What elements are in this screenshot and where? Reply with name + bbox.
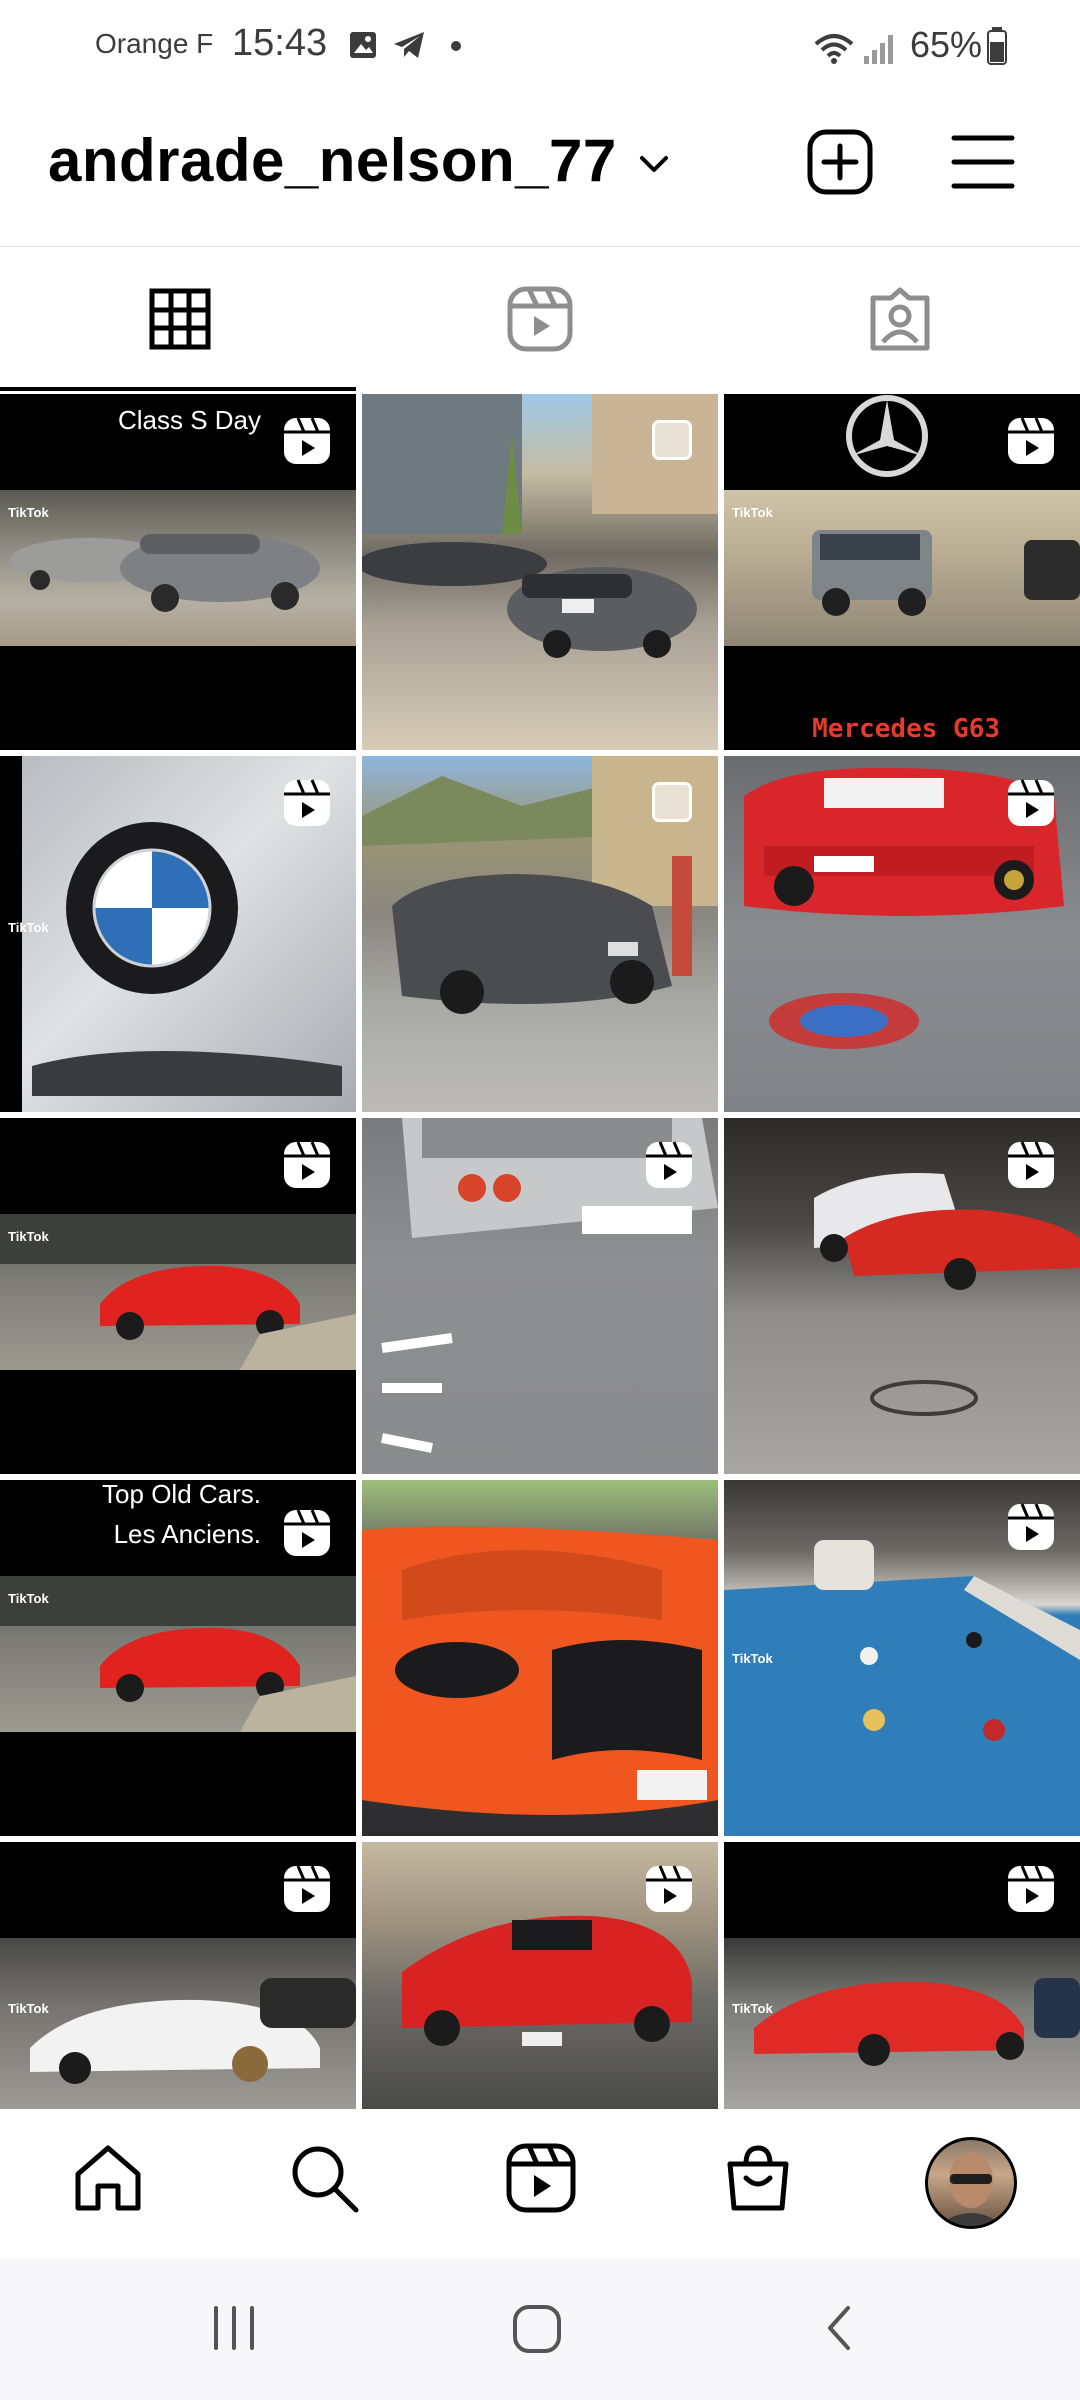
tiktok-watermark: TikTok <box>8 2001 49 2016</box>
cars-photo <box>10 534 320 612</box>
reel-badge-icon <box>646 1141 692 1188</box>
home-button-icon[interactable] <box>512 2304 562 2354</box>
search-icon[interactable] <box>288 2142 360 2214</box>
reel-badge-icon <box>1008 1503 1054 1550</box>
post-caption: Mercedes G63 <box>812 714 1000 744</box>
post-tile[interactable]: TikTok <box>0 1842 356 2109</box>
reel-badge-icon <box>284 1865 330 1912</box>
post-tile[interactable]: TikTok <box>0 1118 356 1474</box>
profile-header: andrade_nelson_77 <box>0 96 1080 246</box>
tab-tagged[interactable] <box>720 247 1080 391</box>
post-photo <box>0 490 356 646</box>
battery-percent: 65% <box>910 24 983 65</box>
status-bar: Orange F 15:43 65% <box>0 0 1080 96</box>
post-tile[interactable] <box>362 1842 718 2109</box>
tiktok-watermark: TikTok <box>8 1591 49 1606</box>
tiktok-watermark: TikTok <box>8 505 49 520</box>
post-tile[interactable] <box>724 756 1080 1112</box>
post-photo <box>0 1938 356 2109</box>
f40-photo <box>0 1576 356 1732</box>
tiktok-watermark: TikTok <box>8 920 49 935</box>
reels-icon[interactable] <box>505 2142 577 2214</box>
chevron-down-icon[interactable] <box>636 152 672 176</box>
posts-grid: Class S Day TikTok Mercedes G63 TikTok T… <box>0 394 1080 2109</box>
post-photo <box>0 1214 356 1370</box>
multi-post-icon <box>652 782 692 822</box>
shop-icon[interactable] <box>722 2142 794 2214</box>
tagged-icon <box>870 287 930 351</box>
aventador-photo <box>30 1978 356 2084</box>
recents-icon[interactable] <box>210 2304 258 2352</box>
wifi-icon <box>814 34 854 64</box>
post-caption: Top Old Cars. Les Anciens. <box>102 1480 261 1554</box>
tab-reels[interactable] <box>360 247 720 391</box>
bottom-nav <box>0 2109 1080 2259</box>
reel-badge-icon <box>1008 779 1054 826</box>
post-tile[interactable] <box>362 1118 718 1474</box>
battery-icon <box>987 27 1007 65</box>
post-tile[interactable]: TikTok <box>0 756 356 1112</box>
reel-badge-icon <box>1008 1865 1054 1912</box>
gallery-icon <box>350 32 376 58</box>
post-tile[interactable] <box>724 1118 1080 1474</box>
tiktok-watermark: TikTok <box>732 2001 773 2016</box>
post-photo <box>724 490 1080 646</box>
post-tile[interactable]: Top Old Cars. Les Anciens. TikTok <box>0 1480 356 1836</box>
post-caption: Class S Day <box>117 405 261 435</box>
post-photo <box>724 1938 1080 2109</box>
dot-icon <box>451 41 461 51</box>
reel-badge-icon <box>284 417 330 464</box>
post-tile[interactable]: Mercedes G63 TikTok <box>724 394 1080 750</box>
g63-photo <box>812 530 1080 616</box>
reel-badge-icon <box>284 779 330 826</box>
profile-tabs <box>0 246 1080 391</box>
tiktok-watermark: TikTok <box>8 1229 49 1244</box>
back-icon[interactable] <box>822 2304 858 2352</box>
avatar-photo <box>938 2152 1004 2226</box>
grid-icon <box>149 288 211 350</box>
post-caption-line: Les Anciens. <box>113 1519 261 1549</box>
post-photo <box>0 1576 356 1732</box>
new-post-icon[interactable] <box>806 128 874 196</box>
post-tile[interactable]: TikTok <box>724 1842 1080 2109</box>
profile-avatar[interactable] <box>925 2137 1017 2229</box>
reel-badge-icon <box>646 1865 692 1912</box>
amg-gt-photo <box>362 1526 718 1815</box>
f8-photo <box>754 1978 1080 2066</box>
post-tile[interactable] <box>362 756 718 1112</box>
post-tile[interactable]: TikTok <box>724 1480 1080 1836</box>
signal-icon <box>864 35 893 64</box>
tab-selected-indicator <box>0 387 356 391</box>
carrier-label: Orange F <box>95 28 214 59</box>
reel-badge-icon <box>284 1509 330 1556</box>
tab-grid[interactable] <box>0 247 360 391</box>
username-switcher[interactable]: andrade_nelson_77 <box>48 126 617 195</box>
reels-icon <box>507 286 573 352</box>
post-caption-line: Top Old Cars. <box>102 1480 261 1509</box>
post-tile[interactable] <box>362 1480 718 1836</box>
telegram-icon <box>394 32 424 58</box>
reel-badge-icon <box>1008 1141 1054 1188</box>
home-icon[interactable] <box>72 2142 144 2214</box>
multi-post-icon <box>652 420 692 460</box>
reel-badge-icon <box>1008 417 1054 464</box>
tiktok-watermark: TikTok <box>732 1651 773 1666</box>
clock: 15:43 <box>232 22 328 64</box>
tiktok-watermark: TikTok <box>732 505 773 520</box>
f40-photo <box>0 1214 356 1370</box>
reel-badge-icon <box>284 1141 330 1188</box>
system-nav-bar <box>0 2259 1080 2400</box>
post-tile[interactable] <box>362 394 718 750</box>
menu-icon[interactable] <box>950 132 1016 192</box>
post-tile[interactable]: Class S Day TikTok <box>0 394 356 750</box>
